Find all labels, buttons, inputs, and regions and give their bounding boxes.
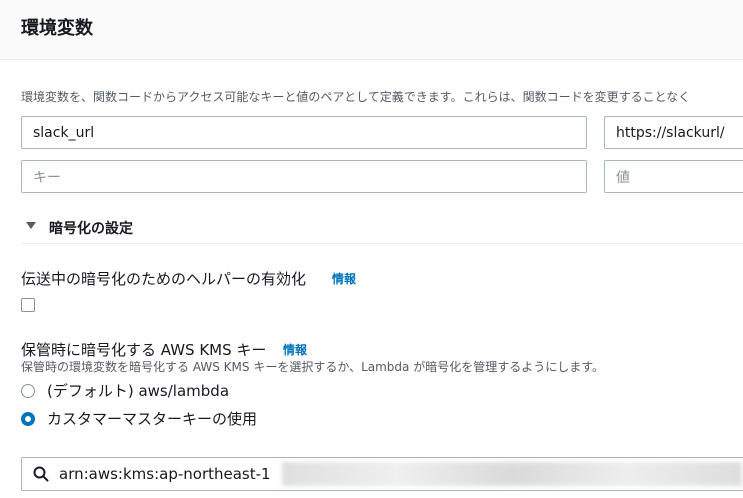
- radio-customer-master-key-label[interactable]: カスタマーマスターキーの使用: [47, 408, 257, 429]
- kms-key-label: 保管時に暗号化する AWS KMS キー: [21, 341, 267, 359]
- radio-default-key[interactable]: [21, 384, 35, 398]
- transit-info-link[interactable]: 情報: [332, 270, 356, 287]
- env-value-input[interactable]: https://slackurl/: [604, 116, 743, 149]
- radio-customer-master-key[interactable]: [21, 412, 35, 426]
- new-value-input[interactable]: 値: [604, 160, 743, 193]
- kms-key-arn-value: arn:aws:kms:ap-northeast-1: [59, 465, 271, 483]
- env-key-input[interactable]: slack_url: [21, 116, 587, 149]
- encryption-settings-toggle[interactable]: 暗号化の設定: [21, 216, 743, 244]
- new-key-input[interactable]: キー: [21, 160, 587, 193]
- transit-encryption-checkbox[interactable]: [21, 298, 35, 312]
- section-description: 環境変数を、関数コードからアクセス可能なキーと値のペアとして定義できます。これら…: [21, 90, 691, 104]
- redacted-arn-blur: [282, 462, 742, 486]
- radio-default-key-label[interactable]: (デフォルト) aws/lambda: [47, 380, 229, 401]
- page-title: 環境変数: [21, 18, 93, 39]
- search-icon: [33, 466, 49, 482]
- caret-down-icon: [26, 222, 36, 229]
- kms-key-description: 保管時の環境変数を暗号化する AWS KMS キーを選択するか、Lambda が…: [21, 360, 605, 374]
- kms-key-search-input[interactable]: arn:aws:kms:ap-northeast-1: [21, 457, 743, 491]
- transit-encryption-label: 伝送中の暗号化のためのヘルパーの有効化: [21, 270, 307, 288]
- section-header: 環境変数: [0, 0, 743, 60]
- kms-info-link[interactable]: 情報: [283, 341, 307, 358]
- encryption-settings-title: 暗号化の設定: [49, 221, 133, 237]
